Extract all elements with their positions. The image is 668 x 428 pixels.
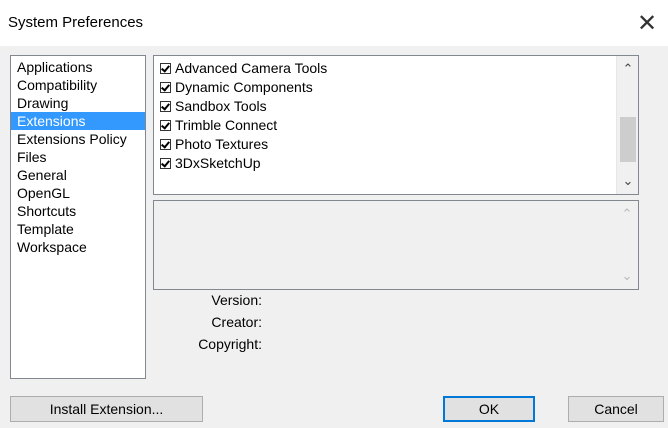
extension-item[interactable]: Dynamic Components (160, 78, 313, 97)
category-item-applications[interactable]: Applications (11, 58, 145, 76)
extension-label: Trimble Connect (175, 117, 278, 133)
window-title: System Preferences (8, 14, 144, 31)
category-item-compatibility[interactable]: Compatibility (11, 76, 145, 94)
extension-label: Dynamic Components (175, 79, 313, 95)
extension-item[interactable]: 3DxSketchUp (160, 154, 261, 173)
category-item-general[interactable]: General (11, 166, 145, 184)
checkbox-checked-icon[interactable] (160, 82, 171, 93)
checkbox-checked-icon[interactable] (160, 139, 171, 150)
category-item-extensions[interactable]: Extensions (11, 112, 145, 130)
install-extension-button[interactable]: Install Extension... (10, 396, 203, 422)
version-label: Version: (211, 292, 262, 308)
checkbox-checked-icon[interactable] (160, 101, 171, 112)
extension-label: Sandbox Tools (175, 98, 267, 114)
cancel-button[interactable]: Cancel (568, 396, 664, 422)
close-icon[interactable]: ✕ (632, 8, 662, 38)
category-item-opengl[interactable]: OpenGL (11, 184, 145, 202)
scroll-thumb[interactable] (620, 117, 636, 162)
extension-list[interactable]: Advanced Camera Tools Dynamic Components… (153, 55, 639, 195)
category-item-workspace[interactable]: Workspace (11, 238, 145, 256)
scroll-down-icon[interactable]: ⌄ (616, 265, 638, 287)
checkbox-checked-icon[interactable] (160, 63, 171, 74)
category-item-drawing[interactable]: Drawing (11, 94, 145, 112)
extension-list-scrollbar[interactable]: ⌃ ⌄ (616, 56, 638, 194)
extension-item[interactable]: Photo Textures (160, 135, 268, 154)
ok-button[interactable]: OK (443, 396, 535, 422)
scroll-down-icon[interactable]: ⌄ (617, 170, 639, 192)
category-item-files[interactable]: Files (11, 148, 145, 166)
title-bar: System Preferences ✕ (0, 0, 668, 46)
description-scrollbar[interactable]: ⌃ ⌄ (616, 201, 638, 289)
scroll-up-icon[interactable]: ⌃ (617, 58, 639, 80)
category-item-shortcuts[interactable]: Shortcuts (11, 202, 145, 220)
checkbox-checked-icon[interactable] (160, 158, 171, 169)
creator-label: Creator: (211, 314, 262, 330)
category-list[interactable]: Applications Compatibility Drawing Exten… (10, 55, 146, 379)
extension-item[interactable]: Advanced Camera Tools (160, 59, 327, 78)
system-preferences-dialog: System Preferences ✕ Applications Compat… (0, 0, 668, 428)
extension-description-box[interactable]: ⌃ ⌄ (153, 200, 639, 290)
extension-label: 3DxSketchUp (175, 155, 261, 171)
extension-label: Photo Textures (175, 136, 269, 152)
scroll-up-icon[interactable]: ⌃ (616, 203, 638, 225)
category-item-template[interactable]: Template (11, 220, 145, 238)
extension-item[interactable]: Trimble Connect (160, 116, 277, 135)
copyright-label: Copyright: (198, 336, 262, 352)
extension-item[interactable]: Sandbox Tools (160, 97, 267, 116)
checkbox-checked-icon[interactable] (160, 120, 171, 131)
extension-label: Advanced Camera Tools (175, 60, 328, 76)
category-item-extensions-policy[interactable]: Extensions Policy (11, 130, 145, 148)
